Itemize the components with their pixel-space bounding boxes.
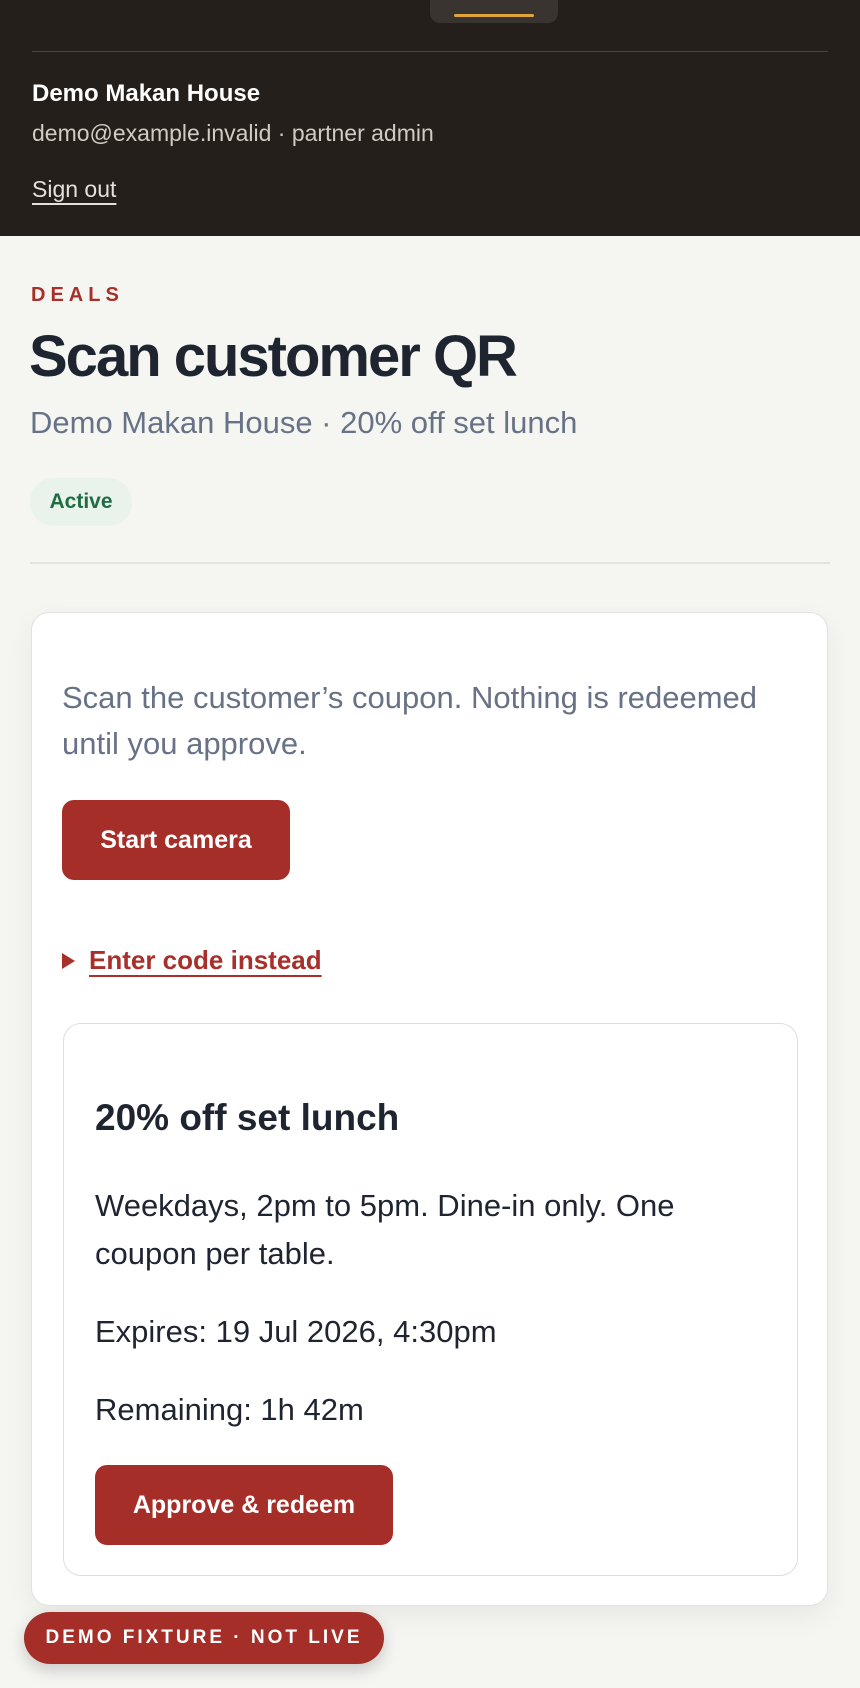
status-badge: Active — [30, 478, 132, 526]
scan-instructions: Scan the customer’s coupon. Nothing is r… — [62, 680, 758, 761]
disclosure-triangle-icon — [62, 952, 75, 969]
business-name: Demo Makan House — [32, 80, 261, 107]
active-tab-indicator — [454, 14, 534, 17]
account-header: Demo Makan House demo@example.invalid · … — [0, 0, 860, 236]
sign-out-link[interactable]: Sign out — [32, 176, 116, 203]
enter-code-toggle[interactable]: Enter code instead — [62, 945, 322, 976]
deal-title: 20% off set lunch — [95, 1097, 400, 1138]
enter-code-label[interactable]: Enter code instead — [89, 945, 322, 976]
nav-tab-active[interactable] — [430, 0, 558, 23]
deal-details-card: 20% off set lunch Weekdays, 2pm to 5pm. … — [63, 1023, 798, 1576]
scanner-card: Scan the customer’s coupon. Nothing is r… — [31, 612, 828, 1606]
demo-fixture-banner: DEMO FIXTURE · NOT LIVE — [24, 1612, 384, 1664]
start-camera-button[interactable]: Start camera — [62, 800, 290, 880]
deal-expiry: Expires: 19 Jul 2026, 4:30pm — [95, 1314, 497, 1349]
header-divider — [32, 51, 828, 52]
page-title: Scan customer QR — [29, 324, 518, 389]
page-subtitle: Demo Makan House · 20% off set lunch — [30, 405, 578, 440]
approve-redeem-button[interactable]: Approve & redeem — [95, 1465, 393, 1545]
deal-time-remaining: Remaining: 1h 42m — [95, 1392, 364, 1427]
section-eyebrow: DEALS — [31, 284, 124, 306]
deal-description: Weekdays, 2pm to 5pm. Dine-in only. One … — [95, 1188, 675, 1271]
section-divider — [30, 562, 830, 564]
user-email-role: demo@example.invalid · partner admin — [32, 120, 434, 146]
